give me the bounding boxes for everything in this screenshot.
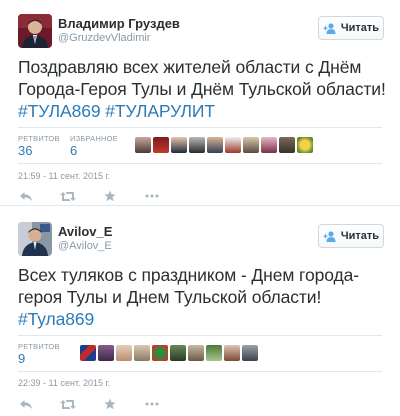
retweets-count[interactable]: 36 bbox=[18, 143, 32, 158]
avatar[interactable] bbox=[116, 345, 132, 361]
tweet-card: Владимир Груздев @GruzdevVladimir Читать… bbox=[0, 0, 400, 206]
avatar[interactable] bbox=[135, 137, 151, 153]
retweeter-avatars bbox=[80, 345, 258, 361]
divider bbox=[18, 163, 382, 164]
retweet-icon[interactable] bbox=[60, 398, 76, 410]
avatar[interactable] bbox=[242, 345, 258, 361]
tweet-text: Поздравляю всех жителей области с Днём Г… bbox=[18, 56, 390, 122]
add-user-icon bbox=[323, 230, 337, 242]
avatar[interactable] bbox=[207, 137, 223, 153]
retweets-count[interactable]: 9 bbox=[18, 351, 25, 366]
follow-label: Читать bbox=[340, 230, 380, 242]
hashtag-link[interactable]: #ТУЛА869 bbox=[18, 101, 101, 121]
avatar[interactable] bbox=[279, 137, 295, 153]
reply-icon[interactable] bbox=[18, 398, 34, 410]
author-name[interactable]: Владимир Груздев bbox=[58, 16, 180, 31]
avatar[interactable] bbox=[224, 345, 240, 361]
retweets-label: РЕТВИТОВ bbox=[18, 342, 60, 351]
favorites-count[interactable]: 6 bbox=[70, 143, 77, 158]
tweet-actions bbox=[18, 398, 160, 410]
avatar[interactable] bbox=[98, 345, 114, 361]
avatar[interactable] bbox=[206, 345, 222, 361]
divider bbox=[18, 127, 382, 128]
follow-label: Читать bbox=[340, 22, 380, 34]
follow-button[interactable]: Читать bbox=[318, 224, 384, 248]
add-user-icon bbox=[323, 22, 337, 34]
avatar[interactable] bbox=[189, 137, 205, 153]
avatar[interactable] bbox=[243, 137, 259, 153]
tweet-card: Avilov_E @Avilov_E Читать Всех туляков с… bbox=[0, 206, 400, 416]
more-icon[interactable] bbox=[144, 398, 160, 410]
avatar[interactable] bbox=[18, 14, 52, 48]
tweet-actions bbox=[18, 190, 160, 202]
avatar[interactable] bbox=[152, 345, 168, 361]
timestamp[interactable]: 21:59 - 11 сент. 2015 г. bbox=[18, 171, 110, 181]
reply-icon[interactable] bbox=[18, 190, 34, 202]
follow-button[interactable]: Читать bbox=[318, 16, 384, 40]
avatar[interactable] bbox=[18, 222, 52, 256]
tweet-text: Всех туляков с праздником - Днем города-… bbox=[18, 264, 390, 330]
avatar[interactable] bbox=[171, 137, 187, 153]
avatar[interactable] bbox=[188, 345, 204, 361]
retweets-label: РЕТВИТОВ bbox=[18, 134, 60, 143]
avatar[interactable] bbox=[153, 137, 169, 153]
divider bbox=[18, 335, 382, 336]
favorites-label: ИЗБРАННОЕ bbox=[70, 134, 118, 143]
star-icon[interactable] bbox=[102, 190, 118, 202]
avatar[interactable] bbox=[225, 137, 241, 153]
more-icon[interactable] bbox=[144, 190, 160, 202]
avatar[interactable] bbox=[261, 137, 277, 153]
author-handle[interactable]: @GruzdevVladimir bbox=[58, 32, 150, 44]
author-name[interactable]: Avilov_E bbox=[58, 224, 112, 239]
divider bbox=[18, 371, 382, 372]
hashtag-link[interactable]: #ТУЛАРУЛИТ bbox=[105, 101, 215, 121]
star-icon[interactable] bbox=[102, 398, 118, 410]
hashtag-link[interactable]: #Тула869 bbox=[18, 309, 94, 329]
tweet-body: Всех туляков с праздником - Днем города-… bbox=[18, 265, 359, 307]
timestamp[interactable]: 22:39 - 11 сент. 2015 г. bbox=[18, 378, 110, 388]
tweet-body: Поздравляю всех жителей области с Днём Г… bbox=[18, 57, 386, 99]
avatar[interactable] bbox=[170, 345, 186, 361]
avatar[interactable] bbox=[80, 345, 96, 361]
retweet-icon[interactable] bbox=[60, 190, 76, 202]
avatar[interactable] bbox=[297, 137, 313, 153]
avatar[interactable] bbox=[134, 345, 150, 361]
author-handle[interactable]: @Avilov_E bbox=[58, 240, 112, 252]
retweeter-avatars bbox=[135, 137, 313, 153]
